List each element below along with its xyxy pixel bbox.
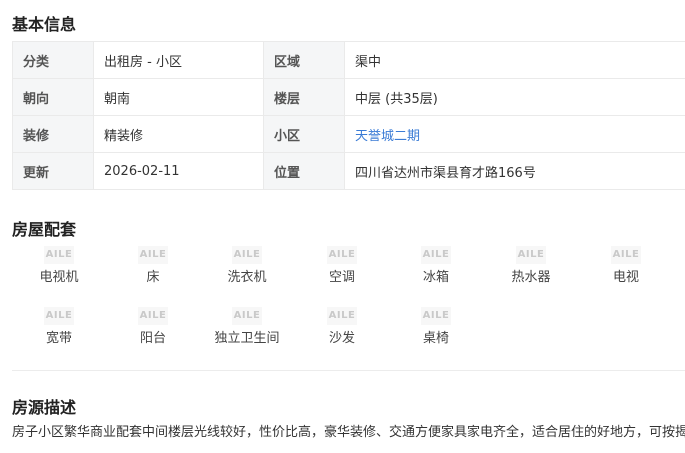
facility-item: AILE 电视机 [12, 246, 106, 285]
facility-label: 床 [146, 270, 160, 285]
basic-info-title: 基本信息 [12, 15, 77, 34]
facility-label: 阳台 [139, 331, 166, 346]
facility-item: AILE 沙发 [295, 307, 389, 346]
value-location: 四川省达州市渠县育才路166号 [344, 152, 685, 190]
basic-info-table: 分类 出租房 - 小区 区域 渠中 朝向 朝南 楼层 中层 (共35层) 装修 … [12, 41, 685, 190]
facilities-grid: AILE 电视机 AILE 床 AILE 洗衣机 AILE 空调 AILE 冰箱… [12, 246, 685, 356]
community-link[interactable]: 天誉城二期 [344, 115, 685, 153]
description-text: 房子小区繁华商业配套中间楼层光线较好，性价比高，豪华装修、交通方便家具家电齐全，… [12, 425, 685, 440]
facility-item: AILE 桌椅 [389, 307, 483, 346]
value-orientation: 朝南 [93, 78, 264, 116]
facility-item: AILE 独立卫生间 [200, 307, 294, 346]
facility-label: 空调 [328, 270, 355, 285]
facility-label: 电视 [612, 270, 639, 285]
value-category: 出租房 - 小区 [93, 41, 264, 79]
table-row: 更新 2026-02-11 位置 四川省达州市渠县育才路166号 [12, 152, 685, 190]
facility-label: 独立卫生间 [214, 331, 280, 346]
tv-icon: AILE [611, 246, 641, 264]
value-updated: 2026-02-11 [93, 152, 264, 190]
facility-item: AILE 电视 [579, 246, 673, 285]
washing-machine-icon: AILE [232, 246, 262, 264]
facility-item: AILE 热水器 [484, 246, 578, 285]
facility-label: 桌椅 [422, 331, 449, 346]
facility-item: AILE 宽带 [12, 307, 106, 346]
fridge-icon: AILE [421, 246, 451, 264]
broadband-icon: AILE [44, 307, 74, 325]
facility-item: AILE 冰箱 [389, 246, 483, 285]
tv-icon: AILE [44, 246, 74, 264]
facility-item: AILE 阳台 [106, 307, 200, 346]
description-title: 房源描述 [12, 398, 77, 417]
facility-label: 电视机 [39, 270, 79, 285]
label-location: 位置 [263, 152, 345, 190]
label-district: 区域 [263, 41, 345, 79]
table-chair-icon: AILE [421, 307, 451, 325]
facility-label: 宽带 [45, 331, 72, 346]
value-decoration: 精装修 [93, 115, 264, 153]
bed-icon: AILE [138, 246, 168, 264]
facility-label: 热水器 [511, 270, 551, 285]
label-community: 小区 [263, 115, 345, 153]
facilities-title: 房屋配套 [12, 220, 77, 239]
air-conditioner-icon: AILE [327, 246, 357, 264]
facility-item: AILE 空调 [295, 246, 389, 285]
label-floor: 楼层 [263, 78, 345, 116]
label-orientation: 朝向 [12, 78, 94, 116]
sofa-icon: AILE [327, 307, 357, 325]
label-updated: 更新 [12, 152, 94, 190]
facility-label: 沙发 [328, 331, 355, 346]
facility-label: 洗衣机 [227, 270, 267, 285]
table-row: 朝向 朝南 楼层 中层 (共35层) [12, 78, 685, 116]
value-district: 渠中 [344, 41, 685, 79]
bathroom-icon: AILE [232, 307, 262, 325]
value-floor: 中层 (共35层) [344, 78, 685, 116]
table-row: 分类 出租房 - 小区 区域 渠中 [12, 41, 685, 79]
water-heater-icon: AILE [516, 246, 546, 264]
label-decoration: 装修 [12, 115, 94, 153]
facility-label: 冰箱 [422, 270, 449, 285]
section-divider [12, 370, 685, 371]
facility-item: AILE 洗衣机 [200, 246, 294, 285]
balcony-icon: AILE [138, 307, 168, 325]
label-category: 分类 [12, 41, 94, 79]
table-row: 装修 精装修 小区 天誉城二期 [12, 115, 685, 153]
facility-item: AILE 床 [106, 246, 200, 285]
